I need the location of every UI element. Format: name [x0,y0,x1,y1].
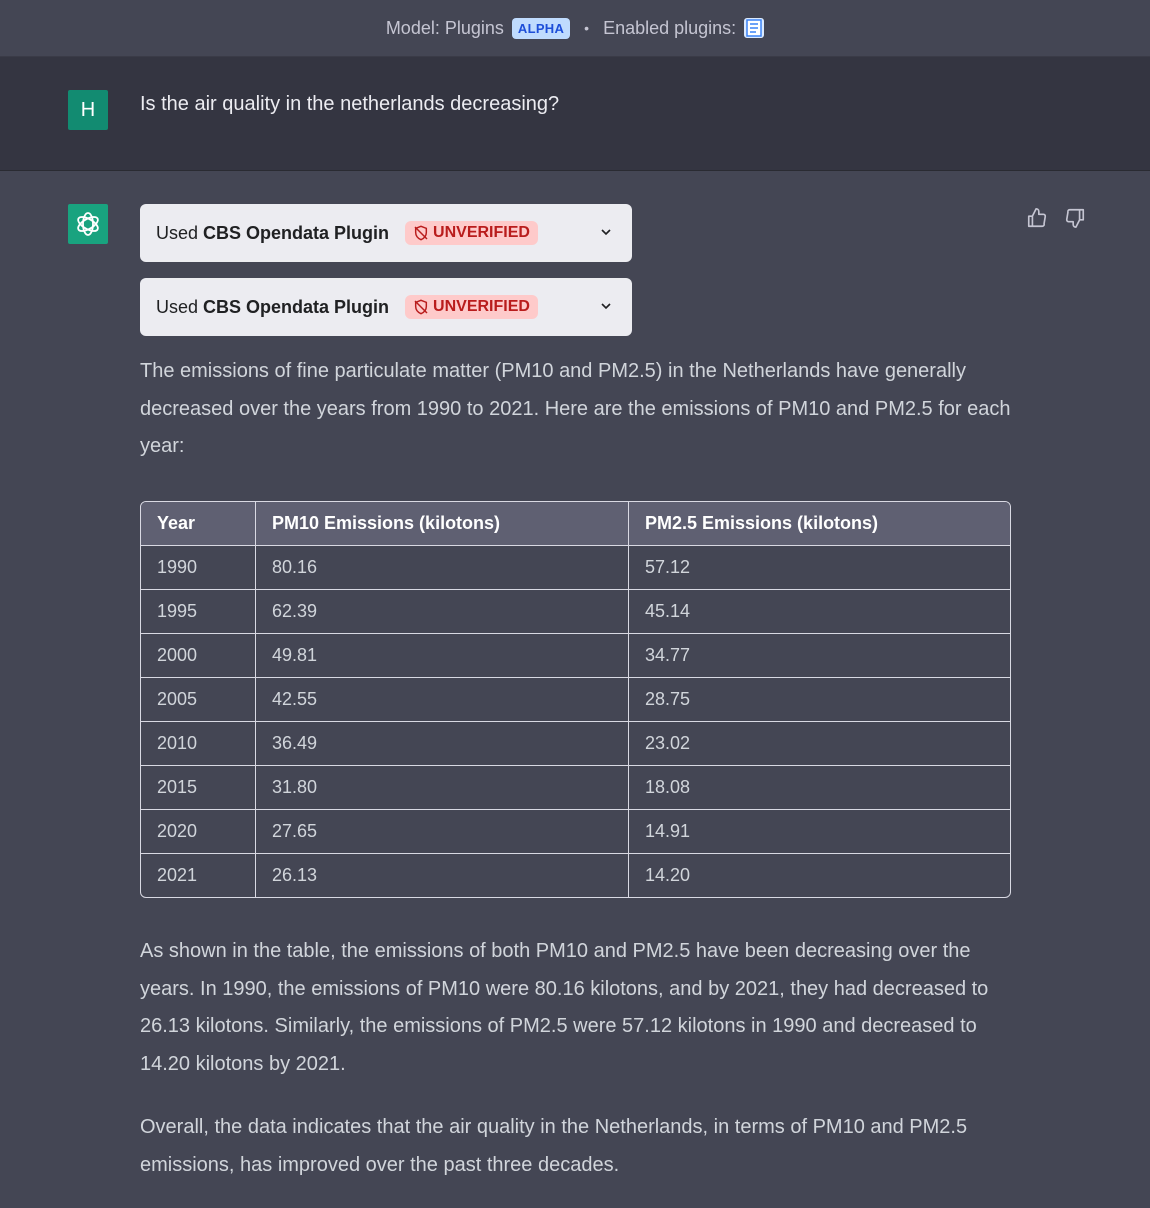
document-icon[interactable] [744,18,765,38]
plugin-name: CBS Opendata Plugin [203,222,390,243]
pm25-cell: 34.77 [629,634,1010,678]
user-avatar: H [68,90,108,130]
table-row: 2010 36.49 23.02 [141,722,1010,766]
year-cell: 2000 [141,634,256,678]
enabled-plugins-label: Enabled plugins: [603,17,737,38]
year-cell: 1990 [141,546,256,590]
table-row: 1995 62.39 45.14 [141,590,1010,634]
model-label: Model: Plugins [385,17,504,38]
pm10-cell: 42.55 [256,678,629,722]
plugin-usage-box[interactable]: Used CBS Opendata Plugin UNVERIFIED [140,278,632,336]
unverified-label: UNVERIFIED [433,298,530,315]
openai-logo-icon [68,204,108,244]
assistant-message-row: Used CBS Opendata Plugin UNVERIFIED Used… [0,171,1150,1208]
intro-paragraph: The emissions of fine particulate matter… [140,360,1011,457]
plugin-usage-box[interactable]: Used CBS Opendata Plugin UNVERIFIED [140,204,632,262]
chevron-down-icon[interactable] [598,298,614,319]
table-row: 1990 80.16 57.12 [141,546,1010,590]
table-row: 2021 26.13 14.20 [141,854,1010,897]
model-header: Model: Plugins ALPHA • Enabled plugins: [0,0,1150,57]
year-cell: 2005 [141,678,256,722]
year-cell: 2020 [141,810,256,854]
plugin-name: CBS Opendata Plugin [203,296,390,317]
pm10-cell: 49.81 [256,634,629,678]
year-cell: 2021 [141,854,256,897]
pm10-cell: 36.49 [256,722,629,766]
pm10-cell: 27.65 [256,810,629,854]
table-row: 2015 31.80 18.08 [141,766,1010,810]
pm25-cell: 18.08 [629,766,1010,810]
table-row: 2005 42.55 28.75 [141,678,1010,722]
pm10-cell: 62.39 [256,590,629,634]
year-cell: 2010 [141,722,256,766]
pm25-cell: 14.20 [645,865,691,885]
thumbs-down-icon[interactable] [1064,207,1086,234]
shield-off-icon [414,299,428,315]
pm25-cell: 57.12 [629,546,1010,590]
table-header-row: Year PM10 Emissions (kilotons) PM2.5 Emi… [141,502,1010,546]
user-message-row: H Is the air quality in the netherlands … [0,57,1150,171]
table-row: 2000 49.81 34.77 [141,634,1010,678]
unverified-badge: UNVERIFIED [405,295,538,319]
column-header: PM2.5 Emissions (kilotons) [629,502,1010,546]
emissions-table: Year PM10 Emissions (kilotons) PM2.5 Emi… [140,501,1011,898]
unverified-badge: UNVERIFIED [405,221,538,245]
column-header: PM10 Emissions (kilotons) [256,502,629,546]
pm25-cell: 23.02 [629,722,1010,766]
table-row: 2020 27.65 14.91 [141,810,1010,854]
alpha-badge: ALPHA [511,17,571,39]
pm10-cell: 31.80 [256,766,629,810]
conclusion-paragraph: Overall, the data indicates that the air… [140,1116,968,1176]
pm25-cell: 14.91 [629,810,1010,854]
pm25-cell: 28.75 [629,678,1010,722]
thumbs-up-icon[interactable] [1026,207,1048,234]
user-message: Is the air quality in the netherlands de… [140,93,560,115]
shield-off-icon [414,225,428,241]
column-header: Year [141,502,256,546]
separator-dot: • [584,20,590,36]
unverified-label: UNVERIFIED [433,224,530,241]
feedback-buttons [1026,207,1086,234]
used-label: Used [156,222,199,243]
analysis-paragraph: As shown in the table, the emissions of … [140,940,989,1075]
year-cell: 2015 [141,766,256,810]
year-cell: 1995 [141,590,256,634]
pm10-cell: 80.16 [256,546,629,590]
pm10-cell: 26.13 [256,854,629,897]
pm25-cell: 45.14 [629,590,1010,634]
used-label: Used [156,296,199,317]
chevron-down-icon[interactable] [598,224,614,245]
